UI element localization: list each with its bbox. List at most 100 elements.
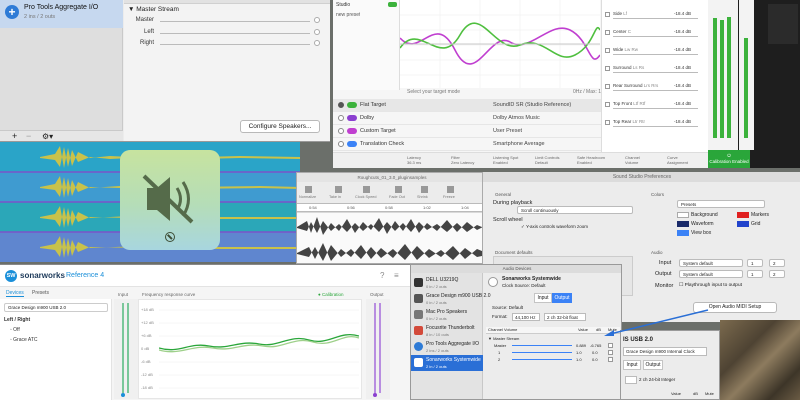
channel-slider[interactable] (613, 108, 698, 109)
device-list-item[interactable]: + Pro Tools Aggregate I/O 2 ins / 2 outs (0, 0, 123, 28)
channel-slider[interactable] (613, 72, 698, 73)
grid-swatch[interactable] (737, 221, 749, 227)
device-item[interactable]: Grace Design m900 USB 2.0 0 in / 2 outs (411, 291, 490, 307)
footer-curve[interactable]: Curve Assignment (667, 155, 688, 165)
tab-input[interactable]: Input (623, 360, 641, 370)
output-channel-1[interactable]: 1 (747, 270, 763, 278)
new-preset-item[interactable]: new preset (336, 12, 360, 19)
list-item-grace-atc[interactable]: ◦ Grace ATC (10, 337, 38, 343)
take-in-icon[interactable] (335, 186, 342, 193)
device-item[interactable]: Focusrite Thunderbolt 8 in / 10 outs (411, 323, 483, 339)
device-item[interactable]: DELL U3219Q 0 in / 2 outs (411, 275, 483, 291)
device-select[interactable]: Grace Design m900 USB 2.0 (4, 303, 108, 312)
channel-slider[interactable] (613, 36, 698, 37)
db-tick: 0 dB (141, 346, 150, 351)
waveform-swatch[interactable] (677, 221, 689, 227)
tab-presets[interactable]: Presets (32, 290, 49, 296)
channel-checkbox[interactable] (605, 48, 610, 53)
footer-limit-controls[interactable]: Limit Controls Default (535, 155, 559, 165)
calibration-enabled-badge[interactable]: ⏻ Calibration Enabled (708, 150, 750, 168)
output-device-popup[interactable]: System default (679, 270, 743, 278)
channel-row[interactable]: Surround Ls Rs -18.4 dB (602, 62, 709, 76)
right-mute-checkbox[interactable] (314, 40, 320, 46)
channel-slider[interactable] (613, 54, 698, 55)
footer-listening-spot[interactable]: Listening Spot Enabled (493, 155, 518, 165)
master-stream-heading[interactable]: ▼ Master Stream (128, 6, 179, 13)
menu-icon[interactable]: ≡ (394, 271, 399, 280)
format-rate-popup[interactable]: 44,100 Hz (512, 313, 540, 321)
brand-name: sonarworks (20, 271, 65, 280)
footer-latency[interactable]: Latency 36.3 ms (407, 155, 421, 165)
master-volume-slider[interactable] (512, 345, 572, 346)
channel-row[interactable]: Rear Surround Lrs Rrs -18.4 dB (602, 80, 709, 94)
scroll-mode-popup[interactable]: Scroll continuously (517, 206, 633, 214)
channel-2-slider[interactable] (512, 359, 572, 360)
master-volume-slider[interactable] (160, 21, 310, 22)
target-radio[interactable] (338, 141, 344, 147)
clock-popup[interactable]: Grace Design m900 Internal Clock (623, 347, 707, 356)
help-icon[interactable]: ? (380, 271, 384, 280)
markers-swatch[interactable] (737, 212, 749, 218)
background-swatch[interactable] (677, 212, 689, 218)
calibration-toggle[interactable]: ● Calibration (318, 292, 343, 297)
target-radio[interactable] (338, 115, 344, 121)
left-volume-slider[interactable] (160, 33, 310, 34)
playthrough-checkbox[interactable]: ☐ Playthrough input to output (679, 283, 742, 288)
mute-checkbox[interactable] (608, 350, 613, 355)
output-channel-2[interactable]: 2 (769, 270, 785, 278)
shrink-icon[interactable] (421, 186, 428, 193)
view-box-swatch[interactable] (677, 230, 689, 236)
gear-icon[interactable]: ⚙▾ (42, 131, 53, 141)
list-item-off[interactable]: ◦ Off (10, 327, 20, 333)
input-channel-1[interactable]: 1 (747, 259, 763, 267)
right-volume-slider[interactable] (160, 44, 310, 45)
channel-slider[interactable] (613, 90, 698, 91)
device-item-selected[interactable]: Sonarworks Systemwide 2 in / 2 outs (411, 355, 483, 371)
footer-channel[interactable]: Channel Volume (625, 155, 640, 165)
channel-row[interactable]: Side Lf -18.4 dB (602, 8, 709, 22)
device-item[interactable]: Pro Tools Aggregate I/O 2 ins / 2 outs (411, 339, 483, 355)
format-bits-popup[interactable]: 2 ch 32-bit float (544, 313, 586, 321)
fade-out-icon[interactable] (395, 186, 402, 193)
target-radio[interactable] (338, 128, 344, 134)
channel-row[interactable]: Center C -18.4 dB (602, 26, 709, 40)
channel-1-slider[interactable] (512, 352, 572, 353)
freeze-icon[interactable] (447, 186, 454, 193)
remove-icon[interactable]: − (26, 131, 31, 141)
mute-checkbox[interactable] (608, 357, 613, 362)
channel-slider[interactable] (613, 126, 698, 127)
format-rate-popup[interactable] (625, 376, 637, 384)
left-mute-checkbox[interactable] (314, 29, 320, 35)
tab-output[interactable]: Output (643, 360, 663, 370)
channel-checkbox[interactable] (605, 66, 610, 71)
channel-checkbox[interactable] (605, 102, 610, 107)
channel-checkbox[interactable] (605, 84, 610, 89)
channel-row[interactable]: Top Front Ltf Rtf -18.4 dB (602, 98, 709, 112)
input-channel-2[interactable]: 2 (769, 259, 785, 267)
device-item[interactable]: Mac Pro Speakers 0 in / 2 outs (411, 307, 483, 323)
channel-checkbox[interactable] (605, 12, 610, 17)
tab-output[interactable]: Output (552, 293, 572, 303)
channel-checkbox[interactable] (605, 120, 610, 125)
timeline-ruler[interactable]: 0:54 0:56 0:58 1:02 1:04 (297, 204, 485, 212)
mute-checkbox[interactable] (608, 343, 613, 348)
add-icon[interactable]: + (12, 131, 17, 141)
footer-safe-headroom[interactable]: Safe Headroom Enabled (577, 155, 605, 165)
clock-speed-icon[interactable] (363, 186, 370, 193)
audio-track-waveform[interactable] (297, 213, 486, 264)
channel-row[interactable]: Wide Lw Rw -18.4 dB (602, 44, 709, 58)
input-device-popup[interactable]: System default (679, 259, 743, 267)
footer-filter[interactable]: Filter Zero Latency (451, 155, 474, 165)
zoom-checkbox[interactable]: ✓ Y-axis controls waveform zoom (521, 224, 588, 230)
tab-input[interactable]: Input (534, 293, 552, 303)
channel-row[interactable]: Top Rear Ltr Rtr -18.4 dB (602, 116, 709, 130)
channel-slider[interactable] (613, 18, 698, 19)
normalize-icon[interactable] (305, 186, 312, 193)
channel-checkbox[interactable] (605, 30, 610, 35)
master-mute-checkbox[interactable] (314, 17, 320, 23)
tab-devices[interactable]: Devices (6, 290, 24, 297)
configure-speakers-button[interactable]: Configure Speakers... (240, 120, 320, 133)
master-stream-row[interactable]: ▼ Master Stream (488, 336, 519, 341)
target-radio[interactable] (338, 102, 344, 108)
color-presets-popup[interactable]: Presets (677, 200, 765, 208)
